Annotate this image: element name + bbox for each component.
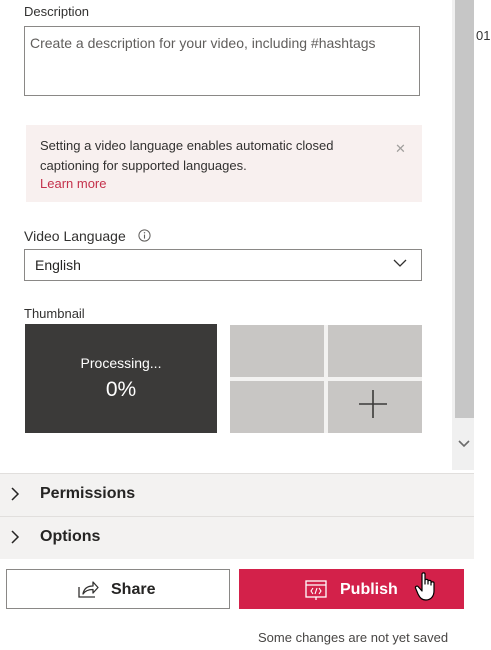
publish-label: Publish [340,581,398,598]
processing-progress: 0% [105,378,137,401]
thumbnail-option[interactable] [230,381,324,433]
video-language-label: Video Language [24,228,126,244]
scrollbar-thumb[interactable] [455,0,474,418]
video-language-value: English [35,257,81,273]
section-permissions-label: Permissions [40,485,136,502]
info-icon[interactable] [138,229,151,242]
share-label: Share [111,581,156,598]
description-placeholder[interactable]: Create a description for your video, inc… [30,35,376,51]
hand-cursor-icon [414,572,435,601]
close-icon[interactable]: ✕ [395,141,406,157]
share-icon [78,581,99,598]
processing-text: Processing... [80,355,162,371]
video-upload-panel: 01 Description Create a description for … [0,0,491,650]
chevron-right-icon [11,530,20,544]
plus-icon[interactable] [356,387,390,421]
thumbnail-option[interactable] [230,325,324,377]
section-options-label: Options [40,528,101,545]
chevron-right-icon [11,487,20,501]
description-label: Description [24,4,90,19]
background-edge-text: 01 [476,28,491,43]
thumbnail-label: Thumbnail [24,306,85,321]
notice-text: Setting a video language enables automat… [40,138,334,173]
thumbnail-option[interactable] [328,325,422,377]
scroll-down-icon[interactable] [454,432,474,456]
video-language-select[interactable] [24,249,422,281]
save-status: Some changes are not yet saved [258,630,449,645]
chevron-down-icon[interactable] [393,258,407,268]
publish-icon [305,580,327,600]
learn-more-link[interactable]: Learn more [40,176,106,191]
